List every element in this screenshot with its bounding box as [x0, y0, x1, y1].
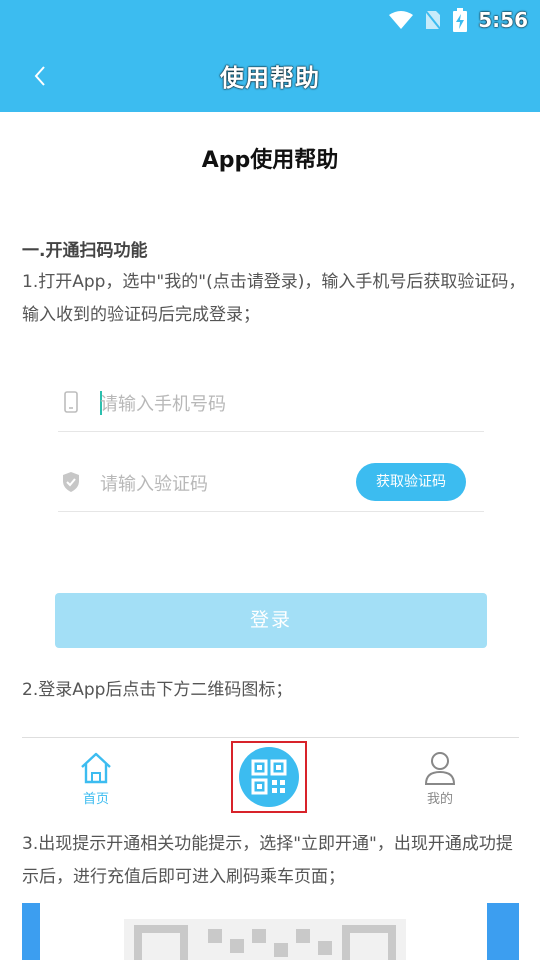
- preview-left-bar: [22, 903, 40, 960]
- step-3-text: 3.出现提示开通相关功能提示，选择"立即开通"，出现开通成功提示后，进行充值后即…: [22, 834, 513, 887]
- preview-right-bar: [487, 903, 519, 960]
- get-code-button: 获取验证码: [356, 463, 466, 501]
- login-button-illustration: 登录: [55, 593, 487, 648]
- shield-check-icon: [60, 470, 82, 494]
- tab-mine: 我的: [380, 738, 500, 816]
- wifi-icon: [389, 11, 414, 29]
- highlight-box: [231, 741, 307, 813]
- screenshot-preview: [22, 903, 519, 960]
- app-bar: 5:56 使用帮助: [0, 0, 540, 112]
- code-placeholder: 请输入验证码: [100, 474, 208, 495]
- step-1-text: 1.打开App，选中"我的"(点击请登录)，输入手机号后获取验证码，输入收到的验…: [22, 272, 526, 325]
- qr-code-image: [124, 919, 406, 960]
- tab-mine-label: 我的: [426, 792, 453, 807]
- qr-code-icon: [251, 759, 287, 795]
- doc-title: App使用帮助: [201, 148, 339, 173]
- tabbar-illustration: 首页 我的: [22, 737, 519, 815]
- battery-charging-icon: [453, 8, 468, 32]
- home-icon: [81, 752, 111, 784]
- section-heading: 一.开通扫码功能: [22, 241, 148, 261]
- user-icon: [424, 752, 456, 785]
- no-sim-icon: [424, 9, 443, 31]
- step-2-text: 2.登录App后点击下方二维码图标；: [22, 680, 293, 700]
- page-title: 使用帮助: [220, 64, 320, 92]
- tab-home: 首页: [36, 738, 156, 816]
- status-bar: 5:56: [388, 6, 528, 34]
- phone-field-illustration: 请输入手机号码: [58, 372, 484, 432]
- phone-icon: [60, 390, 82, 414]
- phone-placeholder: 请输入手机号码: [100, 394, 226, 415]
- qr-code-button: [239, 747, 299, 807]
- code-field-illustration: 请输入验证码 获取验证码: [58, 452, 484, 512]
- tab-home-label: 首页: [82, 792, 109, 807]
- status-time: 5:56: [478, 8, 528, 32]
